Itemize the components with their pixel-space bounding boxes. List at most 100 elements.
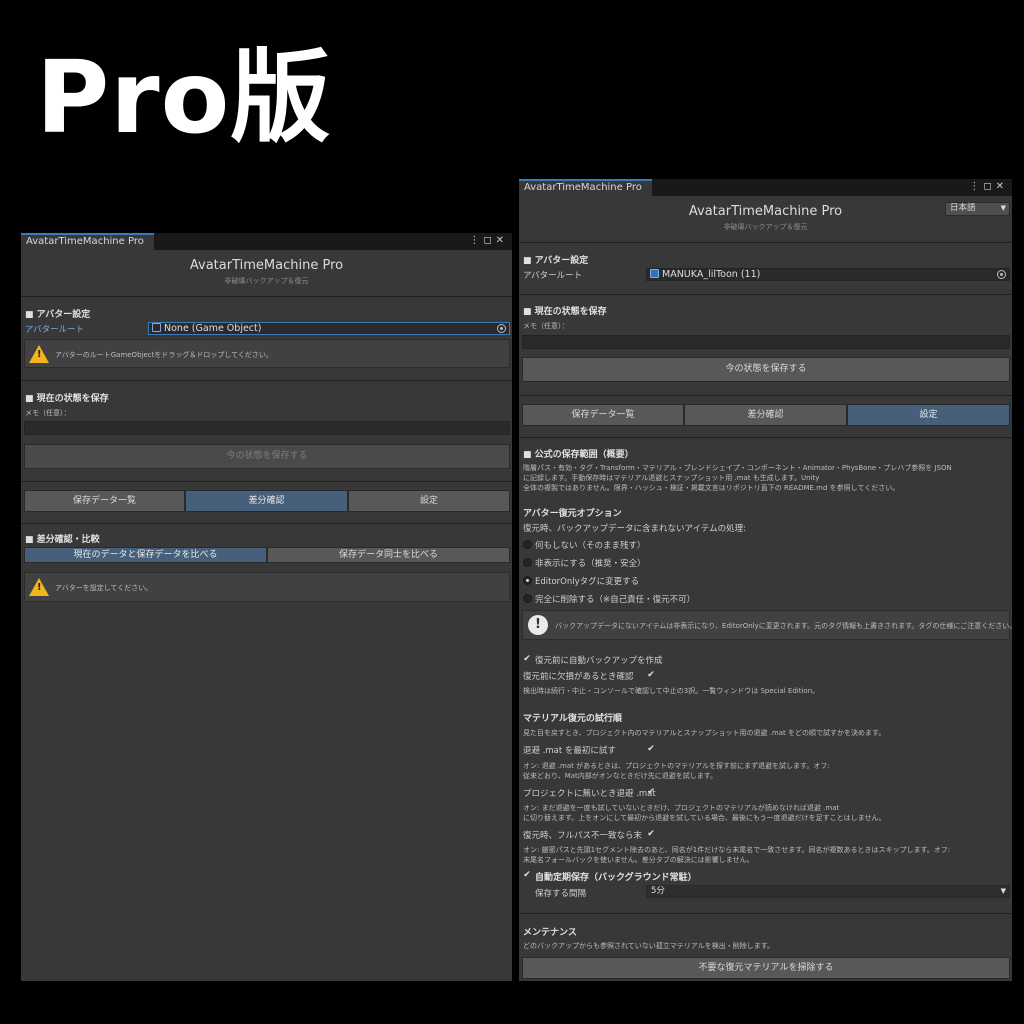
warning-icon: ! [29,345,49,363]
missing-check-desc: 検出時は続行・中止・コンソールで確認して中止の3択。一覧ウィンドウは Speci… [523,687,820,695]
divider [519,242,1012,243]
avatar-warning-box: ! アバターのルートGameObjectをドラッグ＆ドロップしてください。 [24,339,510,368]
scope-text-line: 階層パス・有効・タグ・Transform・マテリアル・ブレンドシェイプ・コンポー… [523,464,952,472]
radio-label: 非表示にする（推奨・安全） [535,559,646,569]
auto-save-checkbox[interactable]: ✔ [522,870,532,880]
warning-icon: ! [29,578,49,596]
memo-input[interactable] [522,335,1010,349]
avatar-section-heading: ■ アバター設定 [25,310,91,320]
divider [519,437,1012,438]
scope-text-line: 全体の複製ではありません。限界・ハッシュ・検証・掲載文言はリポジトリ直下の RE… [523,484,900,492]
tab-diff[interactable]: 差分確認 [185,490,348,512]
language-value: 日本語 [950,203,976,213]
opt2-desc: に切り替えます。上をオンにして最初から退避を試している場合、最後にもう一度退避だ… [523,814,886,822]
tool-subtitle: 非破壊バックアップ＆復元 [224,277,309,285]
divider [21,523,512,524]
save-state-button[interactable]: 今の状態を保存する [24,444,510,469]
material-order-desc: 見た目を戻すとき、プロジェクト内のマテリアルとスナップショット用の退避 .mat… [523,729,886,737]
save-section-heading: ■ 現在の状態を保存 [25,394,109,404]
memo-label: メモ（任意）： [25,409,71,417]
left-editor-window: AvatarTimeMachine Pro ⋮◻✕ AvatarTimeMach… [21,233,512,981]
tool-title: AvatarTimeMachine Pro [688,204,843,219]
radio-delete[interactable] [523,594,532,603]
opt1-desc: 従来どおり、Mat内部がオンなときだけ先に退避を試します。 [523,772,718,780]
avatar-root-value: None (Game Object) [164,323,262,334]
radio-hide[interactable] [523,558,532,567]
compare-saved-button[interactable]: 保存データ同士を比べる [267,547,510,563]
tab-diff[interactable]: 差分確認 [684,404,847,426]
opt1-checkbox[interactable]: ✔ [646,744,656,754]
info-box: ! バックアップデータにないアイテムは非表示になり、EditorOnlyに変更さ… [522,610,1012,640]
radio-label: 何もしない（そのまま残す） [535,541,646,551]
window-controls[interactable]: ⋮◻✕ [469,235,508,246]
chevron-down-icon: ▼ [1000,204,1006,212]
tab-settings[interactable]: 設定 [847,404,1010,426]
right-editor-window: AvatarTimeMachine Pro ⋮◻✕ AvatarTimeMach… [519,179,1012,981]
window-tab-bar: AvatarTimeMachine Pro ⋮◻✕ [21,233,512,250]
memo-label: メモ（任意）： [523,322,569,330]
radio-label: 完全に削除する（※自己責任・復元不可） [535,595,696,605]
opt3-desc: 末尾名フォールバックを使いません。差分タブの解決には影響しません。 [523,856,754,864]
tool-subtitle: 非破壊バックアップ＆復元 [723,223,808,231]
gameobject-icon [152,323,161,332]
window-tab[interactable]: AvatarTimeMachine Pro [519,179,652,196]
divider [21,296,512,297]
opt2-label: プロジェクトに無いとき退避 .mat [523,789,656,799]
compare-current-button[interactable]: 現在のデータと保存データを比べる [24,547,267,563]
auto-backup-checkbox[interactable]: ✔ [522,654,532,664]
info-icon: ! [528,615,548,635]
memo-input[interactable] [24,421,510,435]
scope-text-line: に記録します。手動保存時はマテリアル退避とスナップショット用 .mat も生成し… [523,474,820,482]
maintenance-heading: メンテナンス [523,928,577,938]
avatar-root-label: アバタールート [523,271,583,281]
opt2-checkbox[interactable]: ✔ [646,787,656,797]
missing-check-checkbox[interactable]: ✔ [646,670,656,680]
interval-label: 保存する間隔 [535,889,587,899]
opt3-label: 復元時、フルパス不一致なら末 [523,831,643,841]
diff-section-heading: ■ 差分確認・比較 [25,535,100,545]
cleanup-materials-button[interactable]: 不要な復元マテリアルを掃除する [522,957,1010,979]
avatar-root-label: アバタールート [25,325,85,335]
window-tab-bar: AvatarTimeMachine Pro ⋮◻✕ [519,179,1012,196]
window-controls[interactable]: ⋮◻✕ [969,181,1008,192]
tab-saved-list[interactable]: 保存データ一覧 [24,490,185,512]
opt3-desc: オン: 厳密パスと先頭1セグメント除去のあと、同名が1件だけなら末尾名で一致させ… [523,846,951,854]
diff-warning-box: ! アバターを設定してください。 [24,572,510,602]
radio-do-nothing[interactable] [523,540,532,549]
tab-settings[interactable]: 設定 [348,490,510,512]
save-state-button[interactable]: 今の状態を保存する [522,357,1010,382]
auto-backup-label: 復元前に自動バックアップを作成 [535,656,663,666]
object-picker-icon[interactable] [497,324,506,333]
interval-value: 5分 [651,886,665,896]
info-text: バックアップデータにないアイテムは非表示になり、EditorOnlyに変更されま… [555,622,1012,630]
radio-label: EditorOnlyタグに変更する [535,577,640,587]
chevron-down-icon: ▼ [1000,887,1006,895]
tool-title: AvatarTimeMachine Pro [189,258,344,273]
object-picker-icon[interactable] [997,270,1006,279]
avatar-section-heading: ■ アバター設定 [523,256,589,266]
tab-saved-list[interactable]: 保存データ一覧 [522,404,684,426]
gameobject-icon [650,269,659,278]
avatar-root-value: MANUKA_lilToon (11) [662,269,761,280]
window-tab[interactable]: AvatarTimeMachine Pro [21,233,154,250]
maintenance-desc: どのバックアップからも参照されていない孤立マテリアルを検出・削除します。 [523,942,775,950]
warning-text: アバターのルートGameObjectをドラッグ＆ドロップしてください。 [55,351,273,359]
divider [519,913,1012,914]
warning-text: アバターを設定してください。 [55,584,153,592]
divider [519,294,1012,295]
divider [21,481,512,482]
divider [519,395,1012,396]
language-dropdown[interactable]: 日本語 ▼ [945,202,1010,216]
interval-dropdown[interactable]: 5分 ▼ [646,885,1010,898]
radio-editoronly[interactable] [523,576,532,585]
opt2-desc: オン: まだ退避を一度も試していないときだけ、プロジェクトのマテリアルが読めなけ… [523,804,840,812]
restore-options-desc: 復元時、バックアップデータに含まれないアイテムの処理: [523,524,747,534]
scope-section-heading: ■ 公式の保存範囲（概要） [523,450,634,460]
missing-check-label: 復元前に欠損があるとき確認 [523,672,634,682]
avatar-root-field[interactable]: MANUKA_lilToon (11) [646,268,1010,281]
auto-save-heading: 自動定期保存（バックグラウンド常駐） [535,873,697,883]
material-order-heading: マテリアル復元の試行順 [523,714,622,724]
avatar-root-field[interactable]: None (Game Object) [148,322,510,335]
divider [21,380,512,381]
opt3-checkbox[interactable]: ✔ [646,829,656,839]
